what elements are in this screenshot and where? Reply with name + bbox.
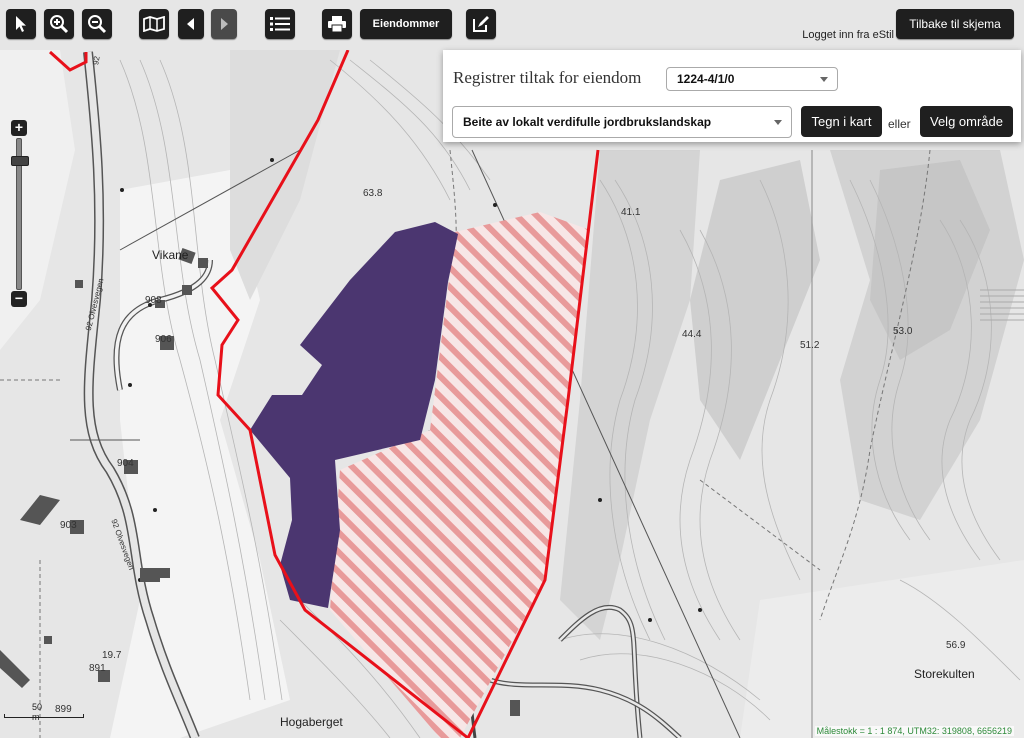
scale-label: 50 m (32, 702, 43, 722)
measure-type-select[interactable]: Beite av lokalt verdifulle jordbruksland… (452, 106, 792, 138)
zoom-slider[interactable]: + − (10, 120, 29, 308)
print-button[interactable] (322, 9, 352, 39)
edit-export-icon (473, 16, 489, 32)
place-label-vikane: Vikane (152, 248, 189, 262)
select-area-button[interactable]: Velg område (920, 106, 1013, 137)
zoom-thumb[interactable] (11, 156, 29, 166)
height-label: 63.8 (363, 188, 383, 199)
printer-icon (328, 16, 346, 32)
scale-coordinates-status: Målestokk = 1 : 1 874, UTM32: 319808, 66… (814, 726, 1014, 736)
eiendommer-button[interactable]: Eiendommer (360, 9, 452, 39)
map-layers-button[interactable] (139, 9, 169, 39)
zoom-out-button[interactable] (82, 9, 112, 39)
height-label: 51.2 (800, 340, 820, 351)
panel-title: Registrer tiltak for eiendom (453, 68, 642, 87)
back-to-form-button[interactable]: Tilbake til skjema (896, 9, 1014, 39)
scale-line (4, 714, 84, 718)
property-select[interactable]: 1224-4/1/0 (666, 67, 838, 91)
next-button[interactable] (211, 9, 237, 39)
zoom-plus-button[interactable]: + (11, 120, 27, 136)
select-pointer-button[interactable] (6, 9, 36, 39)
chevron-down-icon (820, 77, 828, 82)
measure-type-value: Beite av lokalt verdifulle jordbruksland… (463, 115, 712, 129)
place-label-hogaberget: Hogaberget (280, 715, 343, 729)
address-label: 906 (155, 334, 172, 345)
login-status: Logget inn fra eStil (802, 29, 894, 41)
height-label: 53.0 (893, 326, 913, 337)
height-label: 44.4 (682, 329, 702, 340)
height-label: 56.9 (946, 640, 966, 651)
place-label-storekulten: Storekulten (914, 667, 975, 681)
list-button[interactable] (265, 9, 295, 39)
pointer-icon (16, 16, 26, 32)
height-label: 41.1 (621, 207, 641, 218)
register-measure-panel: Registrer tiltak for eiendom 1224-4/1/0 … (443, 50, 1021, 142)
arrow-left-icon (187, 18, 194, 30)
zoom-out-icon (88, 15, 107, 34)
export-button[interactable] (466, 9, 496, 39)
list-icon (270, 17, 290, 31)
map-canvas[interactable]: Vikane Hogaberget Storekulten 63.8 41.1 … (0, 50, 1024, 738)
map-icon (143, 16, 165, 32)
zoom-minus-button[interactable]: − (11, 291, 27, 307)
draw-in-map-button[interactable]: Tegn i kart (801, 106, 882, 137)
address-label: 908 (145, 295, 162, 306)
road-label: 92 (91, 55, 102, 66)
toolbar: Eiendommer Logget inn fra eStil Tilbake … (0, 0, 1024, 51)
height-label: 19.7 (102, 650, 122, 661)
property-select-value: 1224-4/1/0 (677, 72, 735, 86)
address-label: 891 (89, 663, 106, 674)
previous-button[interactable] (178, 9, 204, 39)
address-label: 904 (117, 458, 134, 469)
zoom-in-icon (50, 15, 69, 34)
map-base (0, 50, 1024, 738)
chevron-down-icon (774, 120, 782, 125)
address-label: 903 (60, 520, 77, 531)
arrow-right-icon (221, 18, 228, 30)
zoom-in-button[interactable] (44, 9, 74, 39)
or-text: eller (888, 117, 911, 131)
